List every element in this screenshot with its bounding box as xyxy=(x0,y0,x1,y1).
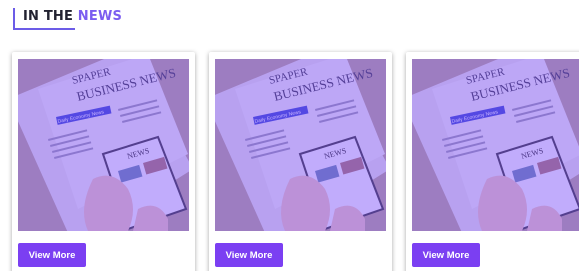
news-thumbnail[interactable]: Daily Economy News SPAPER BUSINESS NEWS … xyxy=(215,59,386,231)
newspaper-image: Daily Economy News SPAPER BUSINESS NEWS … xyxy=(215,59,386,231)
section-heading: IN THE NEWS xyxy=(13,8,122,30)
view-more-button[interactable]: View More xyxy=(18,243,86,267)
newspaper-image: Daily Economy News SPAPER BUSINESS NEWS … xyxy=(412,59,579,231)
view-more-button[interactable]: View More xyxy=(215,243,283,267)
heading-underline xyxy=(13,28,75,30)
news-thumbnail[interactable]: Daily Economy News SPAPER BUSINESS NEWS … xyxy=(18,59,189,231)
heading-accent-bar xyxy=(13,8,15,30)
newspaper-image: Daily Economy News SPAPER BUSINESS NEWS … xyxy=(18,59,189,231)
section-title: IN THE NEWS xyxy=(23,9,122,24)
view-more-button[interactable]: View More xyxy=(412,243,480,267)
news-card[interactable]: Daily Economy News SPAPER BUSINESS NEWS … xyxy=(12,52,195,271)
news-thumbnail[interactable]: Daily Economy News SPAPER BUSINESS NEWS … xyxy=(412,59,579,231)
section-title-prefix: IN THE xyxy=(23,9,78,24)
news-section: IN THE NEWS Daily Economy News SPAPER BU… xyxy=(0,0,579,271)
section-title-accent: NEWS xyxy=(77,9,123,24)
news-card[interactable]: Daily Economy News SPAPER BUSINESS NEWS … xyxy=(209,52,392,271)
news-card[interactable]: Daily Economy News SPAPER BUSINESS NEWS … xyxy=(406,52,579,271)
